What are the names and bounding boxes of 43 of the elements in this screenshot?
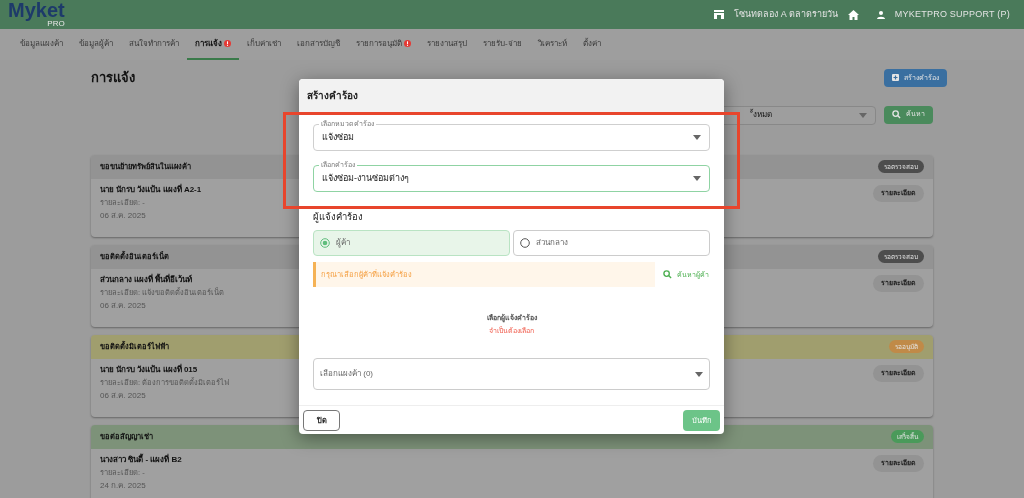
market-name[interactable]: โซนทดลอง A ตลาดรายวัน <box>734 7 838 22</box>
section-heading: ผู้แจ้งคำร้อง <box>313 210 364 225</box>
dropdown-caret-icon <box>693 176 701 181</box>
dropdown-caret-icon <box>695 371 703 377</box>
nav-tab[interactable]: รายรับ-จ่าย <box>475 29 530 60</box>
plus-box-icon <box>892 74 899 82</box>
nav-tab[interactable]: สนใจทำการค้า <box>121 29 187 60</box>
requester-name: ส่วนกลาง แผงที่ พื้นที่อีเว้นท์ <box>100 274 194 285</box>
logo-text: Myket <box>8 1 65 19</box>
request-date: 06 ส.ค. 2025 <box>100 300 147 311</box>
dropdown-caret-icon <box>693 135 701 140</box>
nav-tab[interactable]: รายงานสรุป <box>419 29 475 60</box>
field-value: แจ้งซ่อม <box>322 130 354 144</box>
store-icon[interactable] <box>714 10 725 19</box>
radio-option[interactable]: ผู้ค้า <box>313 230 510 257</box>
field-value: แจ้งซ่อม-งานซ่อมต่างๆ <box>322 171 409 185</box>
requester-name: นาย นักรบ วังแป้น แผงที่ A2-1 <box>100 184 202 195</box>
requester-name: นางสาว ซินดี้ - แผงที่ B2 <box>100 454 182 465</box>
radio-icon <box>320 238 330 249</box>
nav-tab[interactable]: การแจ้ง <box>187 29 239 60</box>
nav-tab[interactable]: ข้อมูลผู้ค้า <box>71 29 121 60</box>
nav-tab[interactable]: เอกสารบัญชี <box>289 29 348 60</box>
search-icon <box>892 110 901 119</box>
nav-tab[interactable]: ตั้งค่า <box>574 29 609 60</box>
stall-select[interactable]: เลือกแผงค้า (0) <box>313 358 710 391</box>
nav-tab[interactable]: รายการอนุมัติ <box>348 29 419 60</box>
home-icon[interactable] <box>847 9 859 20</box>
user-icon <box>876 10 885 19</box>
radio-option[interactable]: ส่วนกลาง <box>513 230 710 257</box>
request-date: 24 ก.ค. 2025 <box>100 480 147 491</box>
nav-tab[interactable]: เก็บค่าเช่า <box>239 29 289 60</box>
nav-tab[interactable]: วิเคราะห์ <box>529 29 575 60</box>
page-title: การแจ้ง <box>91 69 135 87</box>
logo-subtext: PRO <box>47 19 65 28</box>
search-icon <box>663 270 672 280</box>
dropdown-caret-icon <box>859 112 867 118</box>
requester-name: นาย นักรบ วังแป้น แผงที่ 015 <box>100 364 199 375</box>
radio-icon <box>520 238 530 249</box>
nav-tab[interactable]: ข้อมูลแผงค้า <box>12 29 71 60</box>
request-date: 06 ส.ค. 2025 <box>100 390 147 401</box>
dialog-title: สร้างคำร้อง <box>307 89 358 103</box>
user-name[interactable]: MYKETPRO SUPPORT (P) <box>894 7 1010 22</box>
request-date: 06 ส.ค. 2025 <box>100 210 147 221</box>
